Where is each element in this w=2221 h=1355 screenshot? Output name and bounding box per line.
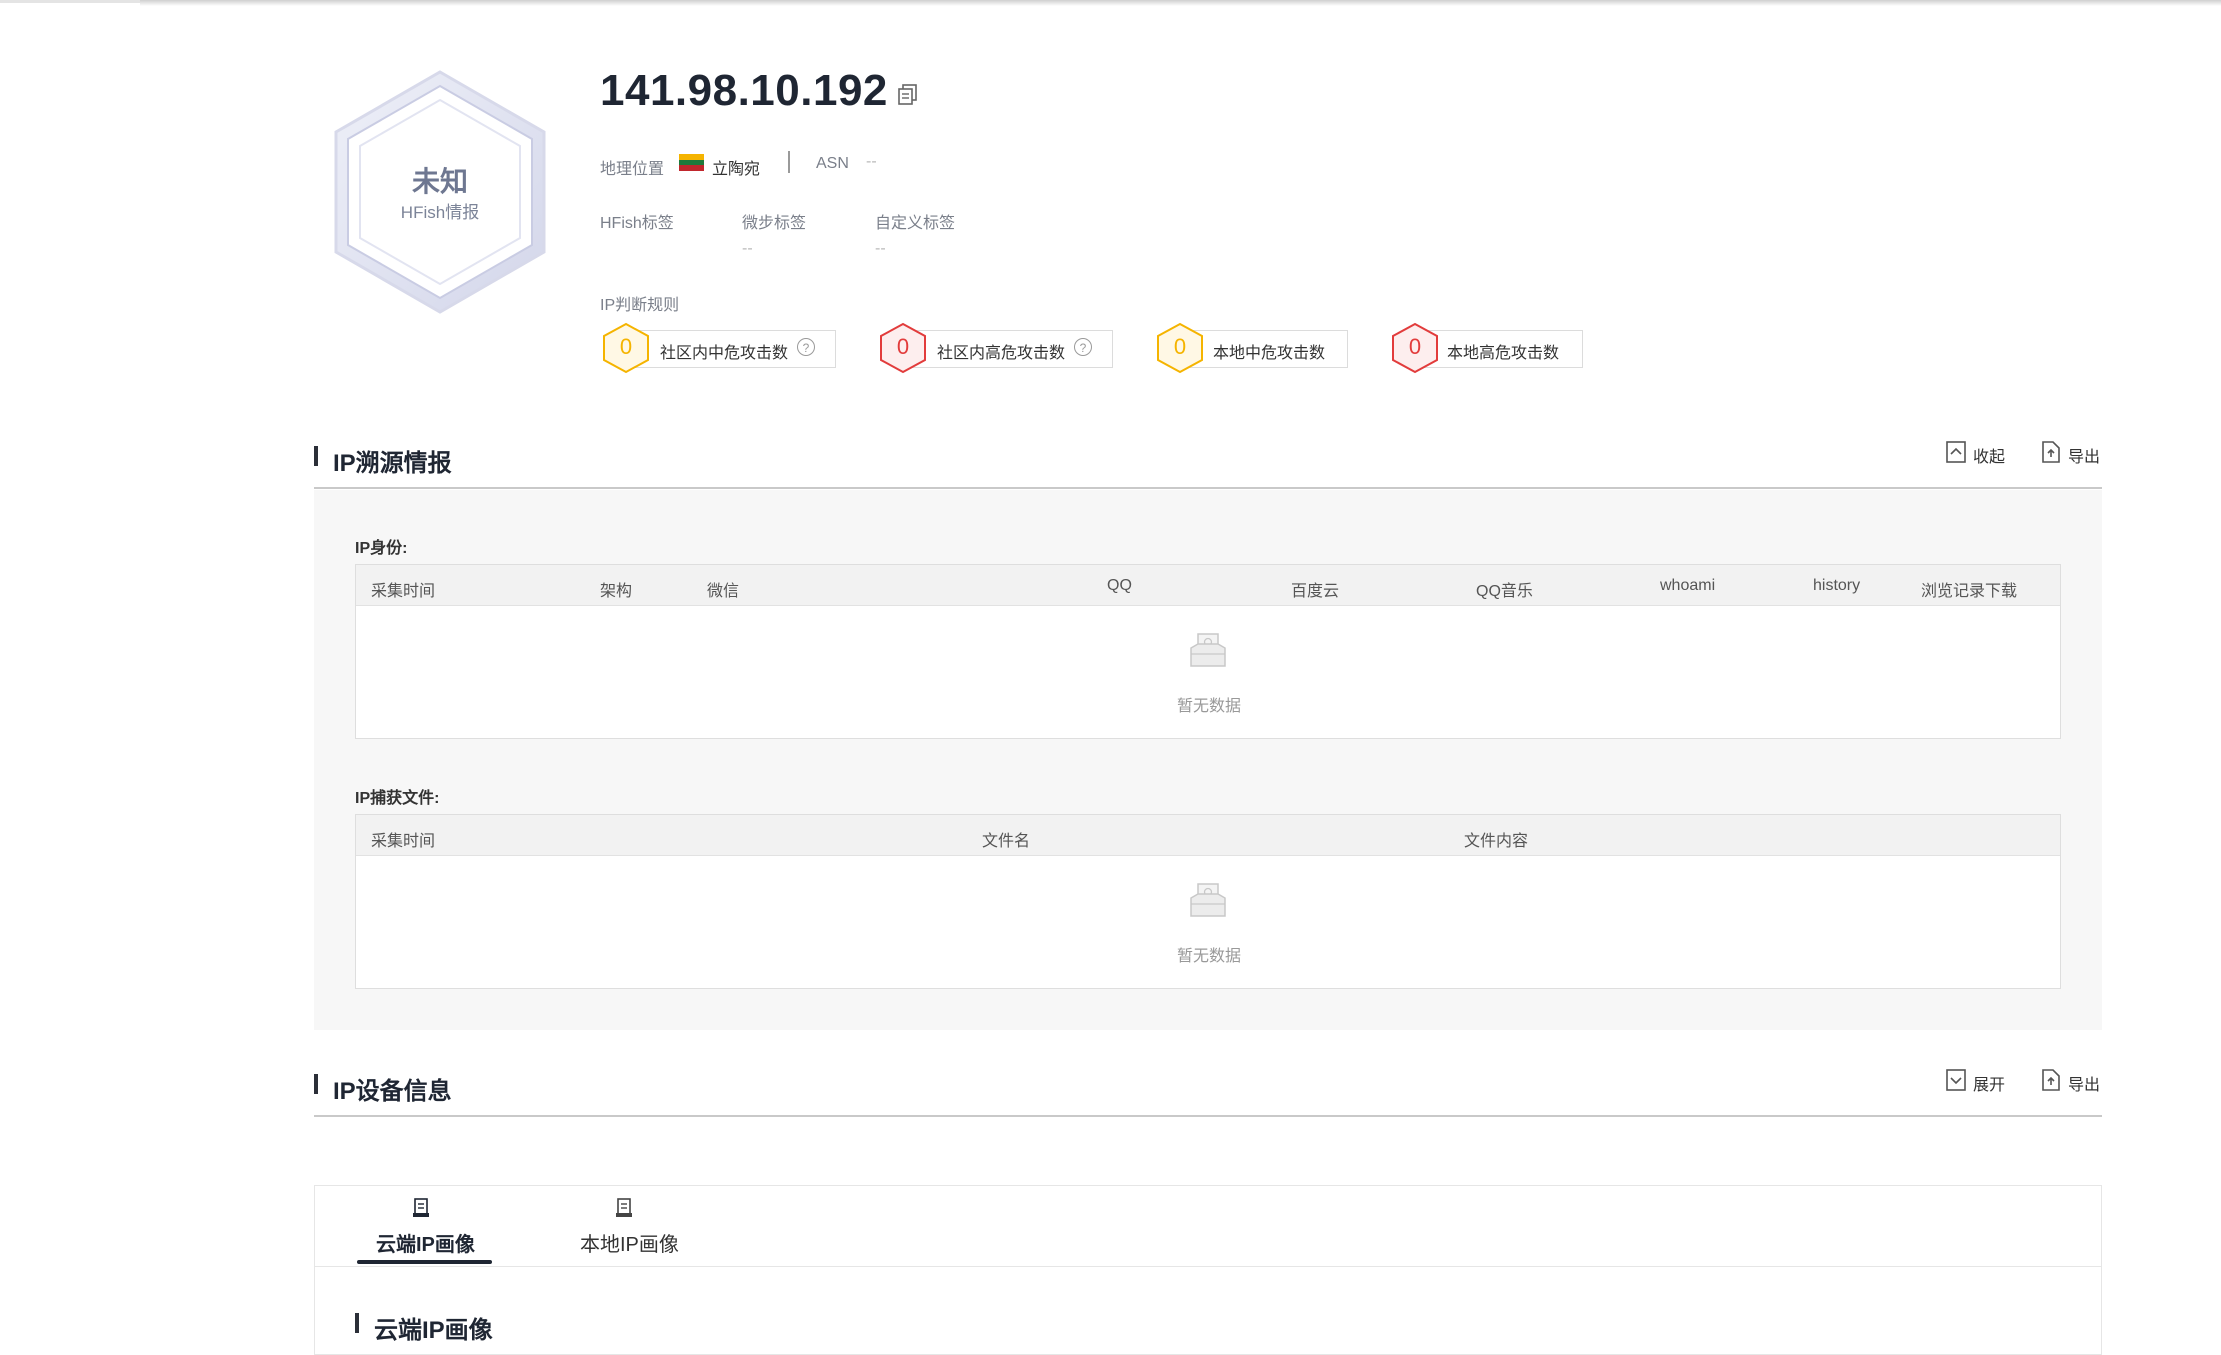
help-icon[interactable]: ? [1074,338,1092,356]
empty-text: 暂无数据 [1177,948,1242,965]
empty-text: 暂无数据 [1177,698,1242,715]
col-arch: 架构 [600,583,633,600]
ip-rules-label: IP判断规则 [600,297,680,314]
col-wechat: 微信 [707,583,740,600]
export-icon[interactable] [2041,441,2061,463]
asn-label: ASN [816,155,849,172]
tabs-divider [314,1266,2102,1267]
help-icon[interactable]: ? [797,338,815,356]
col-baiduyun: 百度云 [1291,583,1340,600]
col-history: history [1813,577,1861,594]
col-qq: QQ [1107,577,1132,594]
collapse-button[interactable]: 收起 [1973,443,2005,467]
rule-label: 社区内高危攻击数 [937,345,1066,362]
col-collect-time: 采集时间 [371,833,436,850]
col-browse-download: 浏览记录下载 [1921,583,2018,600]
copy-icon[interactable] [898,84,918,106]
export-button[interactable]: 导出 [2068,443,2100,467]
ip-address-title: 141.98.10.192 [600,66,888,115]
threatbook-tag-value: -- [742,240,753,257]
expand-icon[interactable] [1946,1069,1966,1091]
custom-tag-value: -- [875,240,886,257]
files-label: IP捕获文件: [355,790,440,807]
asn-value: -- [866,153,877,170]
lithuania-flag-icon [679,154,704,171]
geo-value: 立陶宛 [712,161,761,178]
section-marker [314,446,318,466]
section-marker [355,1313,359,1333]
rule-count: 0 [619,334,633,359]
rule-label: 本地高危攻击数 [1447,345,1560,362]
col-whoami: whoami [1660,577,1716,594]
col-qqmusic: QQ音乐 [1476,583,1533,600]
col-collect-time: 采集时间 [371,583,436,600]
badge-status: 未知 [411,166,468,197]
badge-source: HFish情报 [400,203,480,222]
table-header: 采集时间 文件名 文件内容 [356,815,2060,856]
medium-risk-hexagon-icon: 0 [601,322,651,374]
empty-box-icon [1190,883,1226,917]
cloud-profile-title: 云端IP画像 [374,1317,493,1344]
document-icon [413,1198,429,1217]
section-divider [314,487,2102,489]
identity-label: IP身份: [355,540,408,557]
section-divider [314,1115,2102,1117]
rule-label: 社区内中危攻击数 [660,345,789,362]
intel-section-title: IP溯源情报 [333,450,452,477]
rule-count: 0 [1173,334,1187,359]
expand-button[interactable]: 展开 [1973,1071,2005,1095]
threatbook-tag-label: 微步标签 [742,215,807,232]
active-tab-indicator [357,1260,492,1264]
divider [788,151,790,173]
high-risk-hexagon-icon: 0 [878,322,928,374]
rule-count: 0 [1408,334,1422,359]
table-header: 采集时间 架构 微信 QQ 百度云 QQ音乐 whoami history 浏览… [356,565,2060,606]
tab-cloud-ip-profile[interactable]: 云端IP画像 [376,1228,475,1257]
export-button[interactable]: 导出 [2068,1071,2100,1095]
hfish-tag-label: HFish标签 [600,215,674,232]
custom-tag-label: 自定义标签 [875,215,956,232]
section-marker [314,1074,318,1094]
document-icon [616,1198,632,1217]
window-top-shadow [140,0,2221,6]
profile-tabs-container [314,1185,2102,1355]
col-file-content: 文件内容 [1464,833,1529,850]
identity-table: 采集时间 架构 微信 QQ 百度云 QQ音乐 whoami history 浏览… [355,564,2061,739]
device-section-title: IP设备信息 [333,1078,452,1105]
medium-risk-hexagon-icon: 0 [1155,322,1205,374]
export-icon[interactable] [2041,1069,2061,1091]
rule-count: 0 [896,334,910,359]
rule-label: 本地中危攻击数 [1213,345,1326,362]
collapse-icon[interactable] [1946,441,1966,463]
files-table: 采集时间 文件名 文件内容 暂无数据 [355,814,2061,989]
tab-local-ip-profile[interactable]: 本地IP画像 [580,1228,679,1257]
col-filename: 文件名 [982,833,1031,850]
empty-box-icon [1190,633,1226,667]
threat-badge: 未知 HFish情报 [320,62,560,322]
high-risk-hexagon-icon: 0 [1390,322,1440,374]
geo-label: 地理位置 [600,161,665,178]
